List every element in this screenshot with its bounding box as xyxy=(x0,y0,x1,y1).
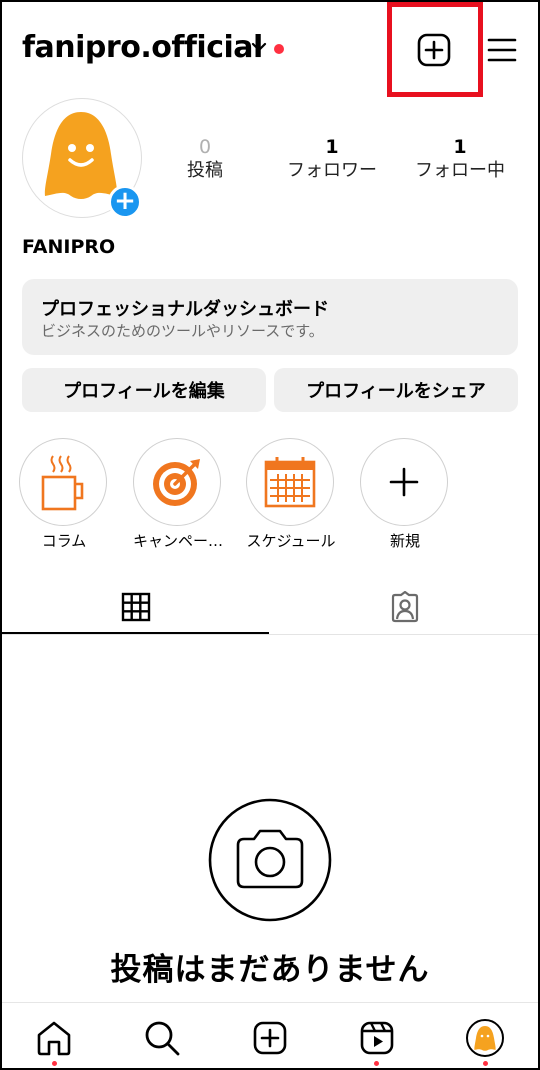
highlight-column[interactable]: コラム xyxy=(19,438,109,551)
professional-dashboard[interactable]: プロフェッショナルダッシュボード ビジネスのためのツールやリソースです。 xyxy=(22,279,518,355)
highlight-label: コラム xyxy=(41,532,87,550)
highlight-cover xyxy=(360,438,448,526)
dashboard-title: プロフェッショナルダッシュボード xyxy=(41,299,329,320)
active-tab-indicator xyxy=(2,632,269,634)
profile-avatar-icon[interactable] xyxy=(465,1018,505,1058)
stat-value: 1 xyxy=(453,136,467,158)
tab-tagged[interactable] xyxy=(270,580,538,634)
stat-label: 投稿 xyxy=(187,160,223,181)
calendar-icon xyxy=(264,457,316,508)
create-icon[interactable] xyxy=(250,1018,290,1058)
tagged-person-icon xyxy=(391,591,419,623)
reels-icon[interactable] xyxy=(357,1018,397,1058)
share-profile-button[interactable]: プロフィールをシェア xyxy=(274,368,518,412)
account-username[interactable]: fanipro.official xyxy=(22,30,263,65)
plus-icon: + xyxy=(114,186,136,216)
bottom-nav-divider xyxy=(2,1002,538,1003)
mascot-avatar-icon xyxy=(44,112,118,199)
stat-label: フォロー中 xyxy=(415,160,505,181)
grid-icon xyxy=(121,592,151,622)
create-post-icon[interactable] xyxy=(417,33,451,67)
home-icon[interactable] xyxy=(34,1018,74,1058)
highlight-label: 新規 xyxy=(389,532,420,550)
stat-value: 1 xyxy=(325,136,339,158)
notification-dot xyxy=(52,1061,57,1066)
notification-dot xyxy=(274,44,284,54)
highlight-campaign[interactable]: キャンペー… xyxy=(133,438,223,551)
menu-icon[interactable] xyxy=(487,36,517,64)
camera-icon xyxy=(208,798,332,922)
notification-dot xyxy=(483,1061,488,1066)
tab-posts-grid[interactable] xyxy=(2,580,269,634)
coffee-cup-icon xyxy=(41,455,84,511)
empty-state-title: 投稿はまだありません xyxy=(110,952,430,988)
dashboard-subtitle: ビジネスのためのツールやリソースです。 xyxy=(41,322,324,340)
highlight-label: キャンペー… xyxy=(132,532,223,550)
highlight-cover xyxy=(19,438,107,526)
highlight-label: スケジュール xyxy=(246,532,336,550)
plus-icon xyxy=(389,467,419,497)
stat-label: フォロワー xyxy=(287,160,377,181)
display-name: FANIPRO xyxy=(22,236,116,258)
stat-posts[interactable]: 0 投稿 xyxy=(145,136,265,184)
tab-divider xyxy=(2,634,538,635)
chevron-down-icon[interactable] xyxy=(250,38,268,56)
edit-profile-button[interactable]: プロフィールを編集 xyxy=(22,368,266,412)
highlight-cover xyxy=(133,438,221,526)
notification-dot xyxy=(374,1061,379,1066)
search-icon[interactable] xyxy=(142,1018,182,1058)
stat-followers[interactable]: 1 フォロワー xyxy=(272,136,392,184)
add-story-button[interactable]: + xyxy=(108,185,142,219)
highlight-cover xyxy=(246,438,334,526)
highlight-new[interactable]: 新規 xyxy=(360,438,450,551)
stat-value: 0 xyxy=(198,136,212,158)
target-icon xyxy=(153,459,200,506)
highlight-schedule[interactable]: スケジュール xyxy=(246,438,336,551)
stat-following[interactable]: 1 フォロー中 xyxy=(400,136,520,184)
